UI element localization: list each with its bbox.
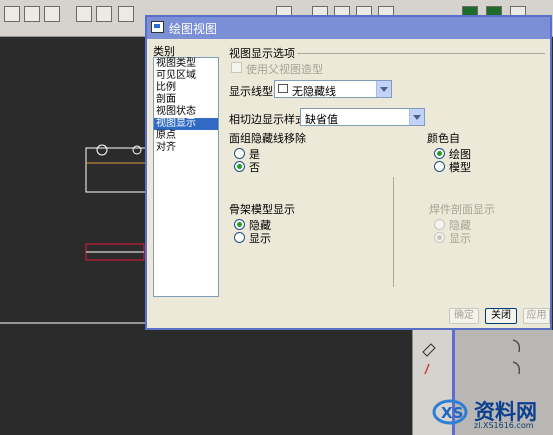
- sketch-graphics: [0, 144, 145, 324]
- tangent-edge-value: 缺省值: [305, 113, 338, 126]
- hole-circle: [96, 144, 108, 156]
- use-parent-style-label: 使用父视图造型: [246, 63, 323, 76]
- category-list[interactable]: 视图类型 可见区域 比例 剖面 视图状态 视图显示 原点 对齐: [153, 57, 219, 297]
- category-item-visible-area[interactable]: 可见区域: [154, 70, 218, 82]
- category-item-view-state[interactable]: 视图状态: [154, 106, 218, 118]
- svg-text:XS: XS: [441, 404, 463, 422]
- chevron-down-icon[interactable]: [409, 109, 424, 125]
- no-hidden-line-icon: [278, 84, 288, 93]
- hidden-line-removal-label: 面组隐藏线移除: [229, 132, 306, 145]
- toolbar-icon[interactable]: [24, 6, 40, 22]
- display-style-value: 无隐藏线: [292, 85, 336, 98]
- hidden-removal-no-radio[interactable]: [234, 161, 245, 172]
- category-item-alignment[interactable]: 对齐: [154, 142, 218, 154]
- skeleton-display-label: 骨架模型显示: [229, 203, 295, 216]
- display-style-label: 显示线型: [229, 85, 273, 98]
- color-drawing-radio[interactable]: [434, 148, 445, 159]
- color-model-radio[interactable]: [434, 161, 445, 172]
- hidden-removal-yes-radio[interactable]: [234, 148, 245, 159]
- skeleton-show-label: 显示: [249, 232, 271, 245]
- tangent-edge-combo[interactable]: 缺省值: [300, 108, 425, 126]
- use-parent-style-checkbox[interactable]: [231, 62, 242, 73]
- weld-section-label: 焊件剖面显示: [429, 203, 495, 216]
- drawing-canvas-lower[interactable]: [145, 330, 415, 435]
- dialog-title: 绘图视图: [169, 22, 218, 36]
- section-divider: [297, 53, 545, 54]
- category-item-scale[interactable]: 比例: [154, 82, 218, 94]
- weld-hide-radio[interactable]: [434, 219, 445, 230]
- watermark-url: zl.XS1616.com: [474, 421, 534, 430]
- weld-show-radio[interactable]: [434, 232, 445, 243]
- skeleton-show-radio[interactable]: [234, 232, 245, 243]
- ok-button[interactable]: 确定: [449, 308, 479, 324]
- toolbar-icon[interactable]: [4, 6, 20, 22]
- watermark-logo: XS 资料网 zl.XS1616.com: [430, 392, 553, 435]
- column-divider: [393, 177, 394, 287]
- dialog-titlebar[interactable]: 绘图视图: [147, 17, 550, 39]
- toolbar-icon[interactable]: [118, 6, 134, 22]
- weld-show-label: 显示: [449, 232, 471, 245]
- chevron-down-icon[interactable]: [376, 81, 391, 97]
- section-title: 视图显示选项: [229, 47, 295, 60]
- view-outline: [85, 147, 145, 193]
- drawing-canvas[interactable]: [0, 37, 145, 435]
- category-item-view-display[interactable]: 视图显示: [154, 118, 218, 130]
- toolbar-icon[interactable]: [96, 6, 112, 22]
- skeleton-hide-radio[interactable]: [234, 219, 245, 230]
- color-from-label: 颜色自: [427, 132, 460, 145]
- sketch-graphics-lower: [145, 330, 415, 435]
- category-item-section[interactable]: 剖面: [154, 94, 218, 106]
- apply-button[interactable]: 应用: [523, 308, 550, 324]
- hole-circle: [132, 145, 142, 155]
- curve-icon[interactable]: [455, 330, 553, 390]
- tangent-edge-label: 相切边显示样式: [229, 113, 306, 126]
- toolbar-icon[interactable]: [76, 6, 92, 22]
- color-model-label: 模型: [449, 161, 471, 174]
- toolbar-icon[interactable]: [44, 6, 60, 22]
- category-item-view-type[interactable]: 视图类型: [154, 58, 218, 70]
- close-button[interactable]: 关闭: [485, 308, 517, 324]
- category-item-origin[interactable]: 原点: [154, 130, 218, 142]
- dialog-icon: [151, 21, 164, 33]
- hidden-removal-no-label: 否: [249, 161, 260, 174]
- display-style-combo[interactable]: 无隐藏线: [274, 80, 392, 98]
- drawing-view-dialog: 绘图视图 类别 视图类型 可见区域 比例 剖面 视图状态 视图显示 原点 对齐 …: [145, 15, 552, 330]
